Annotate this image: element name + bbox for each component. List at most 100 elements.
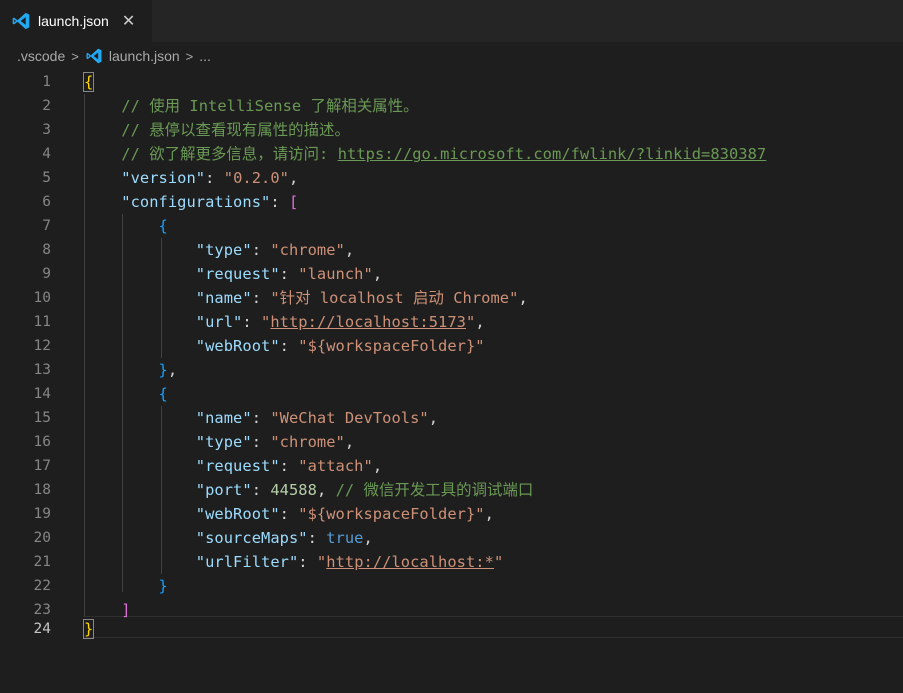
code-line: 20 "sourceMaps": true, <box>0 526 903 550</box>
line-number: 7 <box>42 218 51 234</box>
comment: // 使用 IntelliSense 了解相关属性。 <box>121 97 419 115</box>
chevron-right-icon: > <box>185 48 194 64</box>
line-number: 9 <box>42 266 51 282</box>
close-icon[interactable]: ✕ <box>122 13 135 29</box>
code-line: 16 "type": "chrome", <box>0 430 903 454</box>
json-key: "type" <box>195 241 252 259</box>
breadcrumb-more[interactable]: ... <box>199 48 211 64</box>
json-string: "0.2.0" <box>223 169 289 187</box>
tab-bar: launch.json ✕ <box>0 0 903 42</box>
code-line: 5 "version": "0.2.0", <box>0 166 903 190</box>
bracket: [ <box>288 193 299 211</box>
line-number: 11 <box>33 314 51 330</box>
code-line: 22 } <box>0 574 903 598</box>
line-number: 1 <box>42 74 51 90</box>
comment: // 悬停以查看现有属性的描述。 <box>121 121 350 139</box>
line-number: 18 <box>33 482 51 498</box>
tab-label: launch.json <box>38 13 109 29</box>
code-line: 17 "request": "attach", <box>0 454 903 478</box>
url-link[interactable]: http://localhost:* <box>326 553 494 571</box>
code-line: 19 "webRoot": "${workspaceFolder}", <box>0 502 903 526</box>
json-key: "urlFilter" <box>195 553 299 571</box>
line-number: 14 <box>33 386 51 402</box>
comment-link[interactable]: https://go.microsoft.com/fwlink/?linkid=… <box>338 145 767 163</box>
code-line: 3 // 悬停以查看现有属性的描述。 <box>0 118 903 142</box>
vscode-icon <box>12 12 30 30</box>
json-key: "url" <box>195 313 243 331</box>
chevron-right-icon: > <box>71 48 79 64</box>
json-key: "name" <box>195 409 252 427</box>
code-line: 6 "configurations": [ <box>0 190 903 214</box>
json-string: "${workspaceFolder}" <box>298 505 485 523</box>
line-number: 6 <box>42 194 51 210</box>
json-string: "launch" <box>298 265 373 283</box>
json-string: "attach" <box>298 457 373 475</box>
code-editor[interactable]: 1 { 2 // 使用 IntelliSense 了解相关属性。 3 // 悬停… <box>0 70 903 693</box>
brace: } <box>158 361 168 379</box>
code-line: 12 "webRoot": "${workspaceFolder}" <box>0 334 903 358</box>
code-line: 4 // 欲了解更多信息，请访问: https://go.microsoft.c… <box>0 142 903 166</box>
code-line: 7 { <box>0 214 903 238</box>
brace: { <box>82 72 95 92</box>
line-number: 17 <box>33 458 51 474</box>
json-key: "configurations" <box>121 193 271 211</box>
line-number: 10 <box>33 290 51 306</box>
json-key: "sourceMaps" <box>195 529 308 547</box>
code-line: 18 "port": 44588, // 微信开发工具的调试端口 <box>0 478 903 502</box>
code-line: 8 "type": "chrome", <box>0 238 903 262</box>
brace: { <box>158 217 168 235</box>
code-line: 9 "request": "launch", <box>0 262 903 286</box>
json-key: "webRoot" <box>195 505 280 523</box>
json-key: "type" <box>195 433 252 451</box>
code-line: 10 "name": "针对 localhost 启动 Chrome", <box>0 286 903 310</box>
json-string: "${workspaceFolder}" <box>298 337 485 355</box>
json-string: "针对 localhost 启动 Chrome" <box>270 289 519 307</box>
brace: } <box>158 577 168 595</box>
json-string: "WeChat DevTools" <box>270 409 429 427</box>
json-key: "request" <box>195 457 280 475</box>
json-key: "port" <box>195 481 252 499</box>
brace: } <box>82 619 95 639</box>
line-number: 22 <box>33 578 51 594</box>
code-line: 24 } <box>0 617 903 641</box>
comment: // 微信开发工具的调试端口 <box>335 481 534 499</box>
tab-launch-json[interactable]: launch.json ✕ <box>0 0 152 42</box>
code-line: 1 { <box>0 70 903 94</box>
line-number: 2 <box>42 98 51 114</box>
json-string: "chrome" <box>270 433 345 451</box>
json-key: "webRoot" <box>195 337 280 355</box>
line-number: 12 <box>33 338 51 354</box>
line-number: 21 <box>33 554 51 570</box>
brace: { <box>158 385 168 403</box>
line-number: 8 <box>42 242 51 258</box>
code-line: 15 "name": "WeChat DevTools", <box>0 406 903 430</box>
code-line: 13 }, <box>0 358 903 382</box>
code-line: 14 { <box>0 382 903 406</box>
json-string: "chrome" <box>270 241 345 259</box>
line-number: 19 <box>33 506 51 522</box>
json-key: "version" <box>121 169 206 187</box>
line-number: 15 <box>33 410 51 426</box>
comment: // 欲了解更多信息，请访问: <box>121 145 338 163</box>
breadcrumb-file[interactable]: launch.json <box>109 48 180 64</box>
line-number: 13 <box>33 362 51 378</box>
line-number: 16 <box>33 434 51 450</box>
vscode-icon <box>86 48 102 64</box>
quote: " <box>493 553 504 571</box>
line-number: 4 <box>42 146 51 162</box>
json-key: "name" <box>195 289 252 307</box>
quote: " <box>316 553 327 571</box>
line-number: 24 <box>33 621 51 637</box>
code-line: 21 "urlFilter": "http://localhost:*" <box>0 550 903 574</box>
json-number: 44588 <box>270 481 317 499</box>
code-line: 2 // 使用 IntelliSense 了解相关属性。 <box>0 94 903 118</box>
url-link[interactable]: http://localhost:5173 <box>270 313 466 331</box>
quote: " <box>261 313 271 331</box>
line-number: 3 <box>42 122 51 138</box>
json-boolean: true <box>326 529 364 547</box>
breadcrumb: .vscode > launch.json > ... <box>0 42 903 70</box>
line-number: 20 <box>33 530 51 546</box>
json-key: "request" <box>195 265 280 283</box>
breadcrumb-folder[interactable]: .vscode <box>17 48 65 64</box>
quote: " <box>466 313 476 331</box>
